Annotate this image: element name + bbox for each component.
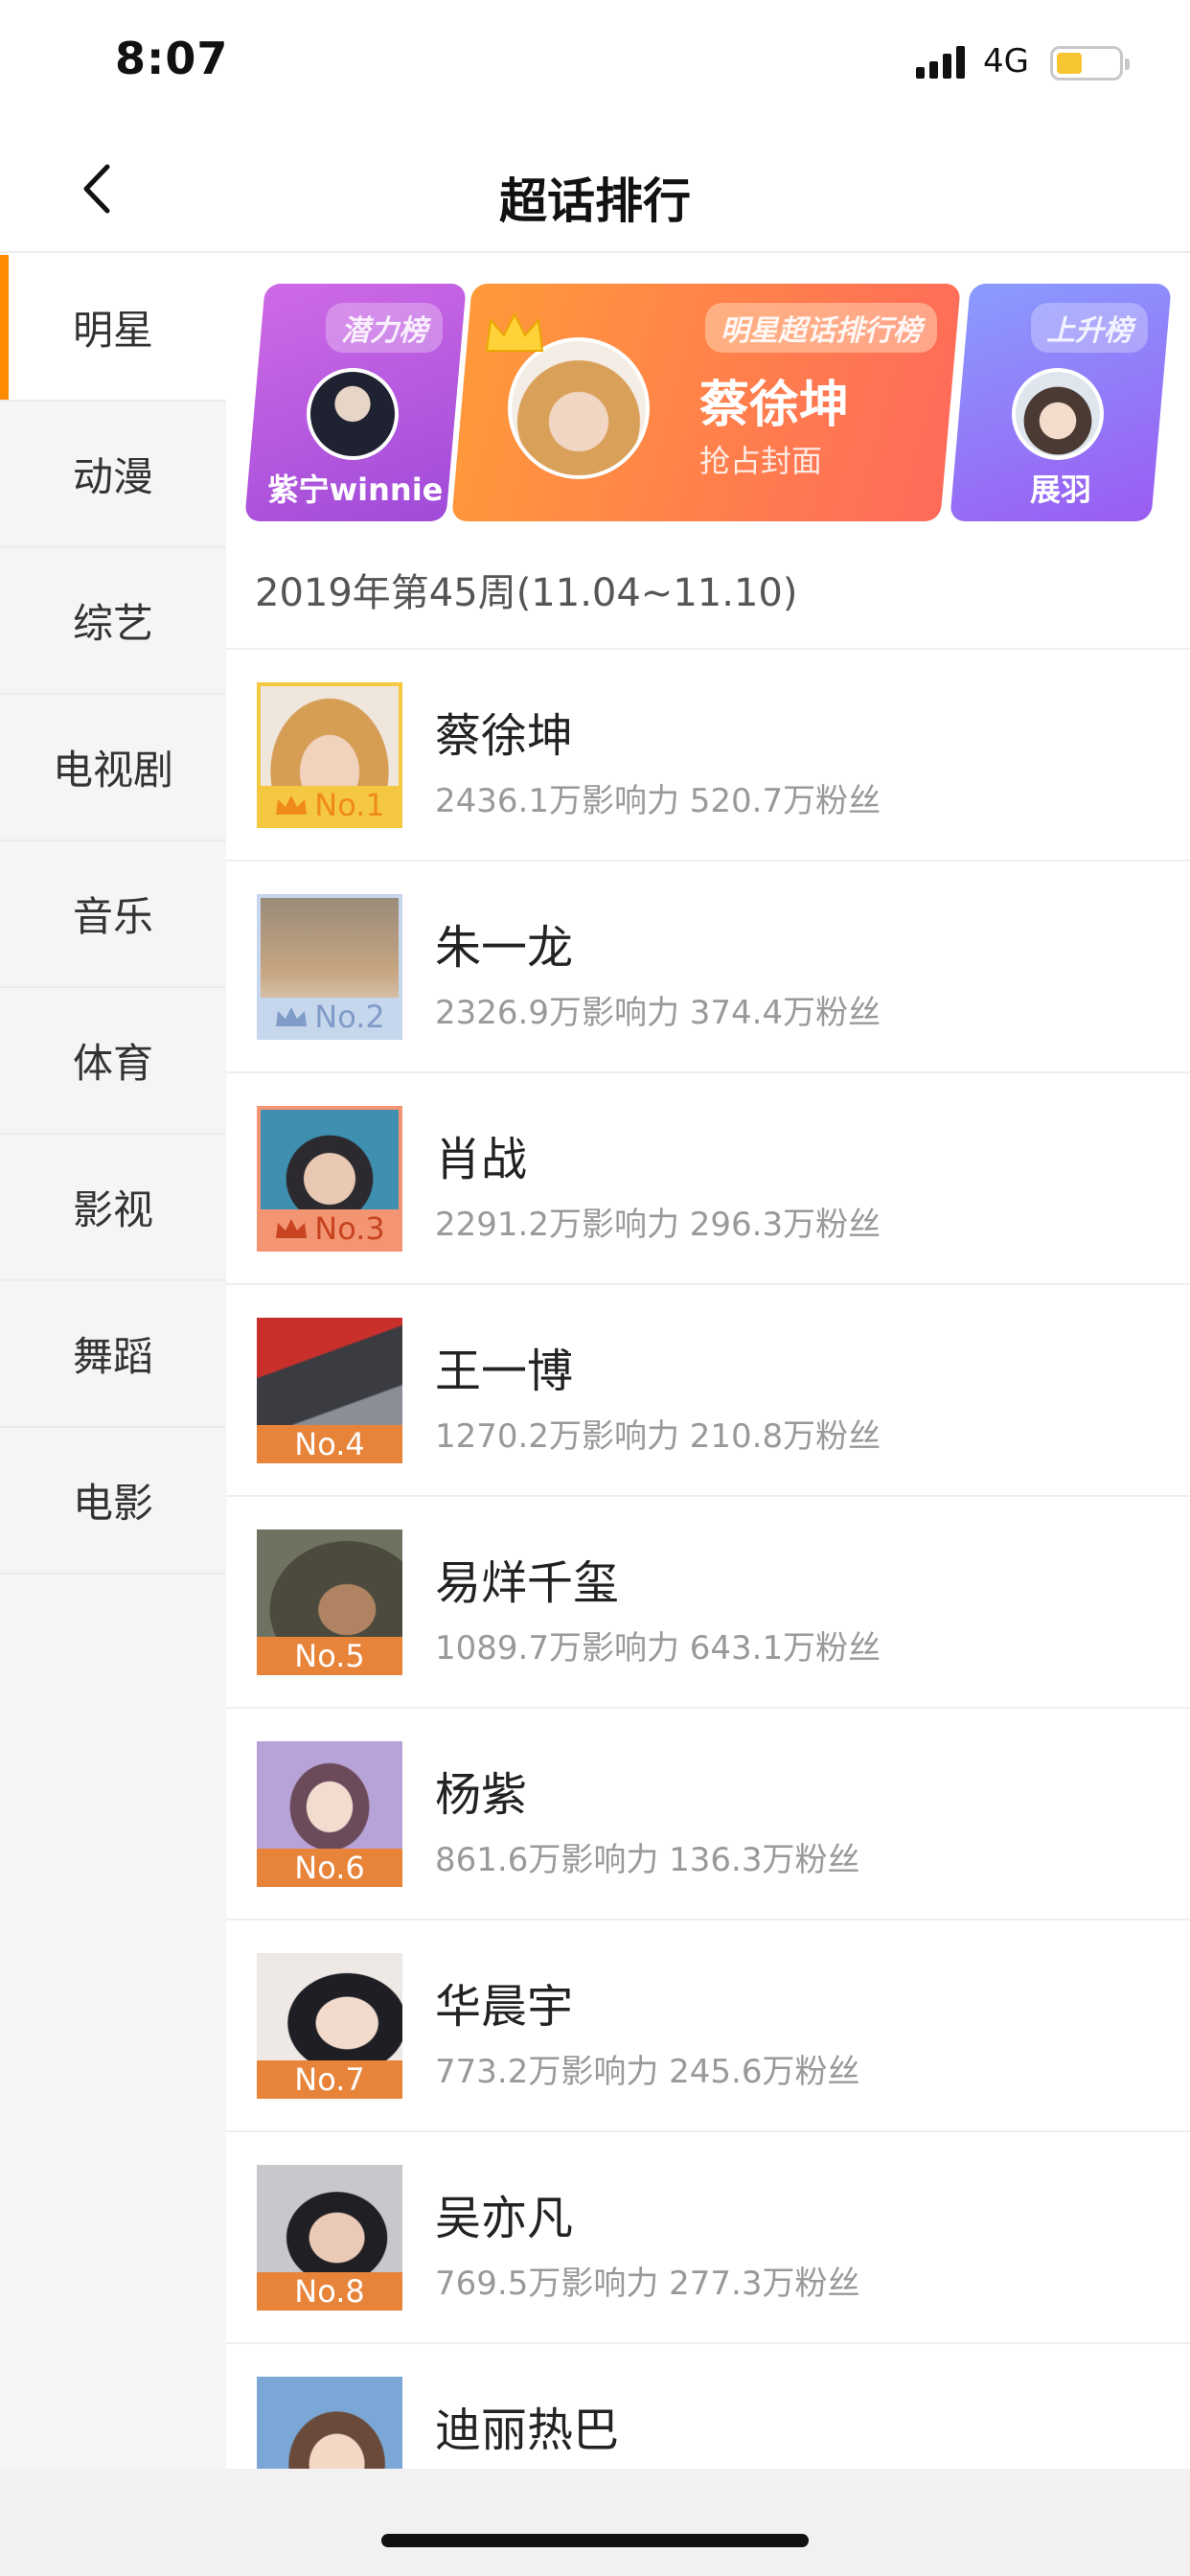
ranking-thumbnail: No.5	[257, 1530, 402, 1675]
sidebar-item-variety[interactable]: 综艺	[0, 548, 226, 695]
star-ranking-card[interactable]: 明星超话排行榜 蔡徐坤 抢占封面	[451, 284, 961, 521]
ranking-row-5[interactable]: No.5 易烊千玺 1089.7万影响力 643.1万粉丝	[226, 1497, 1190, 1709]
ranking-row-3[interactable]: No.3 肖战 2291.2万影响力 296.3万粉丝	[226, 1073, 1190, 1285]
ranking-thumbnail: No.4	[257, 1318, 402, 1463]
rank-label: No.2	[314, 999, 385, 1035]
star-name: 肖战	[435, 1133, 528, 1186]
star-ranking-name: 蔡徐坤	[699, 377, 850, 434]
avatar	[307, 368, 399, 460]
star-name: 迪丽热巴	[435, 2404, 620, 2457]
ranking-thumbnail	[257, 2377, 402, 2469]
star-stats: 861.6万影响力 136.3万粉丝	[435, 1841, 860, 1879]
ranking-thumbnail: No.7	[257, 1953, 402, 2099]
ranking-row-8[interactable]: No.8 吴亦凡 769.5万影响力 277.3万粉丝	[226, 2132, 1190, 2344]
ranking-row-4[interactable]: No.4 王一博 1270.2万影响力 210.8万粉丝	[226, 1285, 1190, 1497]
home-indicator[interactable]	[381, 2534, 809, 2547]
ranking-thumbnail: No.1	[257, 682, 402, 828]
rank-label: No.4	[257, 1425, 402, 1463]
ranking-thumbnail: No.8	[257, 2165, 402, 2311]
ranking-row-6[interactable]: No.6 杨紫 861.6万影响力 136.3万粉丝	[226, 1709, 1190, 1920]
potential-ranking-name: 紫宁winnie	[267, 472, 444, 508]
bottom-safe-area	[0, 2469, 1190, 2576]
star-stats: 1270.2万影响力 210.8万粉丝	[435, 1417, 881, 1456]
star-stats: 773.2万影响力 245.6万粉丝	[435, 2053, 860, 2091]
star-ranking-subtitle: 抢占封面	[699, 443, 823, 479]
ranking-thumbnail: No.6	[257, 1741, 402, 1887]
star-stats: 2326.9万影响力 374.4万粉丝	[435, 994, 881, 1032]
network-type: 4G	[983, 42, 1029, 80]
battery-icon	[1050, 46, 1130, 80]
potential-ranking-tag: 潜力榜	[326, 303, 443, 353]
rank-label: No.8	[257, 2272, 402, 2311]
potential-ranking-card[interactable]: 潜力榜 紫宁winnie	[244, 284, 467, 521]
week-label: 2019年第45周(11.04~11.10)	[255, 571, 798, 615]
rank-label: No.1	[314, 787, 385, 823]
star-name: 王一博	[435, 1345, 574, 1398]
sidebar-item-movie[interactable]: 电影	[0, 1428, 226, 1575]
sidebar-item-tv-drama[interactable]: 电视剧	[0, 695, 226, 841]
star-name: 蔡徐坤	[435, 709, 574, 763]
ranking-row-2[interactable]: No.2 朱一龙 2326.9万影响力 374.4万粉丝	[226, 862, 1190, 1073]
rank-label: No.5	[257, 1637, 402, 1675]
avatar	[1012, 368, 1104, 460]
sidebar-item-film-tv[interactable]: 影视	[0, 1135, 226, 1281]
crown-icon	[485, 311, 544, 352]
star-name: 杨紫	[435, 1768, 528, 1822]
rank-label: No.7	[257, 2060, 402, 2099]
rising-ranking-tag: 上升榜	[1031, 303, 1148, 353]
rank-label: No.3	[314, 1210, 385, 1247]
sidebar-item-sports[interactable]: 体育	[0, 988, 226, 1135]
sidebar-item-music[interactable]: 音乐	[0, 841, 226, 988]
star-name: 易烊千玺	[435, 1556, 620, 1610]
star-name: 华晨宇	[435, 1980, 574, 2034]
ranking-row-1[interactable]: No.1 蔡徐坤 2436.1万影响力 520.7万粉丝	[226, 650, 1190, 862]
ranking-banner: 潜力榜 紫宁winnie 明星超话排行榜 蔡徐坤 抢占封面 上升榜 展羽	[226, 255, 1190, 542]
star-stats: 1089.7万影响力 643.1万粉丝	[435, 1629, 881, 1668]
ranking-row-7[interactable]: No.7 华晨宇 773.2万影响力 245.6万粉丝	[226, 1920, 1190, 2132]
star-name: 吴亦凡	[435, 2192, 574, 2245]
rising-ranking-name: 展羽	[1029, 472, 1091, 508]
category-sidebar: 明星 动漫 综艺 电视剧 音乐 体育 影视 舞蹈 电影	[0, 255, 226, 2469]
star-name: 朱一龙	[435, 921, 574, 975]
star-stats: 2291.2万影响力 296.3万粉丝	[435, 1206, 881, 1244]
avatar	[508, 337, 650, 479]
page-title: 超话排行	[499, 173, 691, 229]
rank-label: No.6	[257, 1849, 402, 1887]
sidebar-item-stars[interactable]: 明星	[0, 255, 226, 402]
nav-bar: 超话排行	[0, 126, 1190, 253]
crown-icon	[276, 795, 308, 815]
ranking-thumbnail: No.2	[257, 894, 402, 1040]
ranking-list: No.1 蔡徐坤 2436.1万影响力 520.7万粉丝 No.2 朱一龙 23…	[226, 648, 1190, 2469]
status-bar: 8:07 4G	[0, 0, 1190, 126]
signal-icon	[916, 46, 966, 79]
status-time: 8:07	[115, 33, 229, 84]
star-ranking-tag: 明星超话排行榜	[705, 303, 937, 353]
ranking-row-9[interactable]: 迪丽热巴	[226, 2344, 1190, 2469]
ranking-thumbnail: No.3	[257, 1106, 402, 1252]
crown-icon	[276, 1219, 308, 1238]
crown-icon	[276, 1007, 308, 1026]
star-stats: 769.5万影响力 277.3万粉丝	[435, 2265, 860, 2303]
rising-ranking-card[interactable]: 上升榜 展羽	[950, 284, 1172, 521]
star-stats: 2436.1万影响力 520.7万粉丝	[435, 782, 881, 820]
sidebar-item-anime[interactable]: 动漫	[0, 402, 226, 548]
sidebar-item-dance[interactable]: 舞蹈	[0, 1281, 226, 1428]
